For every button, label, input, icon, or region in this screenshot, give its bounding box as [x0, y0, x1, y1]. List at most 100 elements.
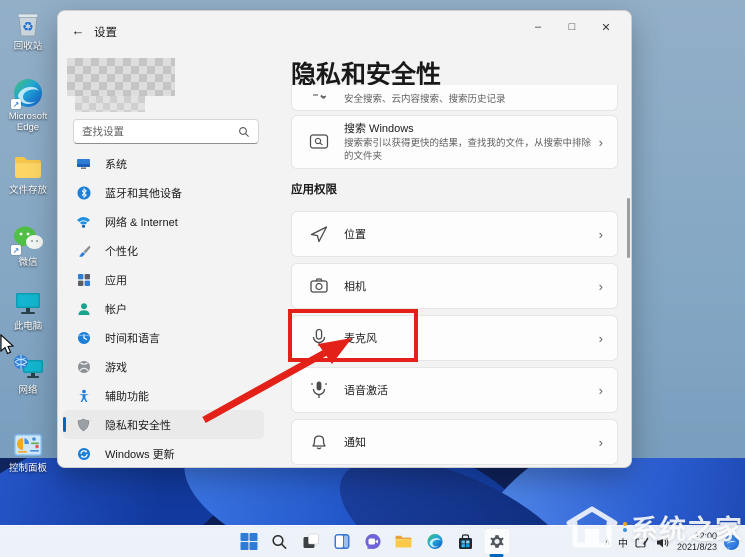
shortcut-arrow-icon: ↗	[11, 245, 21, 255]
apps-icon	[76, 272, 91, 287]
task-view-button[interactable]	[297, 528, 324, 555]
sidebar-item-bluetooth-devices[interactable]: 蓝牙和其他设备	[63, 178, 264, 207]
widgets-button[interactable]	[328, 528, 355, 555]
taskbar-clock[interactable]: 12:00 2021/8/23	[677, 531, 717, 554]
ime-indicator[interactable]: 中	[618, 535, 628, 550]
file-explorer-icon	[395, 535, 412, 548]
system-tray: ∧ 中 12:00 2021/8/23	[604, 526, 739, 557]
gear-icon	[489, 535, 504, 548]
pen-input-icon[interactable]	[635, 536, 649, 549]
search-windows-icon	[308, 131, 330, 153]
bell-icon	[308, 431, 330, 453]
sidebar-item-windows-update[interactable]: Windows 更新	[63, 439, 264, 467]
windows-logo-icon	[240, 533, 257, 550]
window-title: 设置	[94, 27, 117, 39]
notification-badge-icon[interactable]	[724, 534, 739, 550]
chat-button[interactable]	[359, 528, 386, 555]
sidebar-item-label: 网络 & Internet	[105, 216, 178, 229]
edge-icon	[427, 534, 442, 549]
sidebar-item-accounts[interactable]: 帐户	[63, 294, 264, 323]
microsoft-store-button[interactable]	[452, 528, 479, 555]
sidebar-item-label: 蓝牙和其他设备	[105, 187, 182, 200]
chevron-right-icon: ›	[598, 226, 603, 242]
speaker-icon[interactable]	[656, 536, 670, 549]
camera-card[interactable]: 相机 ›	[291, 263, 618, 309]
sidebar-item-network-internet[interactable]: 网络 & Internet	[63, 207, 264, 236]
shield-icon	[76, 417, 91, 432]
sidebar-item-apps[interactable]: 应用	[63, 265, 264, 294]
search-permissions-card-partial[interactable]: 安全搜索、云内容搜索、搜索历史记录	[291, 85, 618, 111]
search-placeholder: 查找设置	[82, 126, 124, 138]
desktop-icon-label: 网络	[18, 385, 38, 396]
desktop-icon-recycle-bin[interactable]: ♻ 回收站	[2, 6, 54, 53]
sidebar-item-label: Windows 更新	[105, 448, 175, 461]
chevron-right-icon: ›	[598, 134, 603, 150]
widgets-icon	[334, 534, 349, 549]
minimize-button[interactable]: –	[521, 15, 555, 39]
xbox-icon	[76, 359, 91, 374]
task-view-icon	[303, 533, 319, 548]
camera-icon	[308, 275, 330, 297]
annotation-arrow	[202, 338, 352, 424]
user-avatar-pixelated[interactable]	[67, 58, 175, 96]
sync-icon	[76, 446, 91, 461]
location-card[interactable]: 位置 ›	[291, 211, 618, 257]
mouse-cursor	[0, 334, 15, 355]
clock-time: 12:00	[694, 530, 717, 541]
chat-icon	[365, 534, 380, 549]
sidebar-item-label: 个性化	[105, 245, 138, 258]
sidebar-item-label: 系统	[105, 158, 127, 171]
microsoft-store-icon	[459, 533, 472, 549]
settings-search-input[interactable]: 查找设置	[73, 119, 259, 144]
control-panel-icon	[10, 428, 46, 462]
desktop-icon-control-panel[interactable]: 控制面板	[2, 428, 54, 475]
desktop-icon-label: 文件存放	[8, 185, 47, 196]
card-label: 相机	[344, 281, 366, 293]
bluetooth-icon	[76, 185, 91, 200]
wechat-icon: ↗	[10, 222, 46, 256]
edge-icon: ↗	[10, 76, 46, 110]
chevron-right-icon: ›	[598, 330, 603, 346]
desktop-icon-edge[interactable]: ↗ Microsoft Edge	[2, 76, 54, 134]
desktop-icon-label: Microsoft Edge	[8, 111, 48, 133]
desktop-icon-this-pc[interactable]: 此电脑	[2, 286, 54, 333]
sidebar-item-label: 应用	[105, 274, 127, 287]
card-subtitle: 安全搜索、云内容搜索、搜索历史记录	[344, 93, 506, 105]
section-header: 应用权限	[291, 184, 337, 196]
tray-expand-button[interactable]: ∧	[604, 537, 611, 548]
titlebar[interactable]: ← 设置 – □ ✕	[58, 11, 631, 47]
sidebar-item-personalization[interactable]: 个性化	[63, 236, 264, 265]
sidebar-item-system[interactable]: 系统	[63, 149, 264, 178]
sidebar-item-label: 隐私和安全性	[105, 419, 171, 432]
person-icon	[76, 301, 91, 316]
desktop: ♻ 回收站 ↗ Microsoft Edge 文件存放 ↗ 微信 此电脑 网络	[0, 0, 745, 557]
maximize-button[interactable]: □	[555, 15, 589, 39]
desktop-icon-wechat[interactable]: ↗ 微信	[2, 222, 54, 269]
desktop-icon-label: 控制面板	[8, 463, 47, 474]
search-icon	[272, 534, 287, 549]
recycle-bin-icon: ♻	[10, 6, 46, 40]
user-name-pixelated	[75, 96, 145, 112]
svg-text:♻: ♻	[22, 19, 34, 34]
chevron-right-icon: ›	[598, 434, 603, 450]
chevron-right-icon: ›	[598, 382, 603, 398]
desktop-icon-label: 此电脑	[13, 321, 43, 332]
close-button[interactable]: ✕	[589, 15, 623, 39]
scrollbar-thumb[interactable]	[627, 198, 630, 258]
chevron-right-icon: ›	[598, 278, 603, 294]
edge-button[interactable]	[421, 528, 448, 555]
back-button[interactable]: ←	[68, 21, 88, 39]
shortcut-arrow-icon: ↗	[11, 99, 21, 109]
taskbar-search-button[interactable]	[266, 528, 293, 555]
clock-date: 2021/8/23	[676, 542, 717, 552]
card-label: 通知	[344, 437, 366, 449]
settings-button-active[interactable]	[483, 528, 510, 557]
desktop-icon-folder[interactable]: 文件存放	[2, 150, 54, 197]
start-button[interactable]	[235, 528, 262, 555]
file-explorer-button[interactable]	[390, 528, 417, 555]
search-windows-card[interactable]: 搜索 Windows 搜索索引以获得更快的结果，查找我的文件，从搜索中排除的文件…	[291, 115, 618, 169]
folder-icon	[10, 150, 46, 184]
taskbar: ∧ 中 12:00 2021/8/23	[0, 525, 745, 557]
desktop-icon-network[interactable]: 网络	[2, 350, 54, 397]
desktop-icon-label: 回收站	[13, 41, 43, 52]
